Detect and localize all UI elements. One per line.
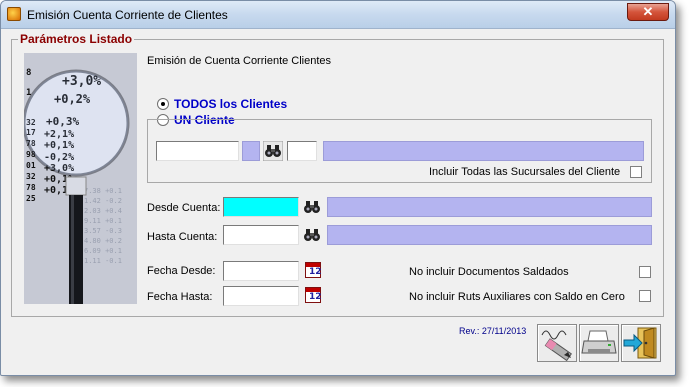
printer-icon bbox=[581, 330, 617, 354]
client-branch-field[interactable] bbox=[242, 141, 260, 161]
close-button[interactable]: ✕ bbox=[627, 3, 669, 21]
client-code-input[interactable] bbox=[156, 141, 239, 161]
include-branches-checkbox[interactable] bbox=[630, 166, 642, 178]
to-account-label: Hasta Cuenta: bbox=[147, 231, 218, 243]
svg-text:1.42 -0.2: 1.42 -0.2 bbox=[84, 197, 122, 205]
calendar-icon-text: 12 bbox=[309, 292, 322, 302]
client-branch-input[interactable] bbox=[287, 141, 317, 161]
exclude-paid-checkbox[interactable] bbox=[639, 266, 651, 278]
signature-pen-icon bbox=[541, 330, 572, 362]
image-text: 8 bbox=[26, 68, 31, 78]
client-name-field bbox=[323, 141, 644, 161]
revision-label: Rev.: 27/11/2013 bbox=[459, 326, 527, 336]
image-text: 1 bbox=[26, 88, 31, 98]
image-text: 25 bbox=[26, 194, 36, 203]
app-icon bbox=[7, 7, 21, 21]
exclude-paid-label: No incluir Documentos Saldados bbox=[409, 266, 569, 278]
from-account-label: Desde Cuenta: bbox=[147, 202, 221, 214]
svg-text:6.09 +0.1: 6.09 +0.1 bbox=[84, 247, 122, 255]
exit-door-icon bbox=[623, 327, 657, 359]
binoculars-icon[interactable] bbox=[302, 197, 322, 217]
date-to-input[interactable] bbox=[223, 286, 299, 306]
to-account-name-field bbox=[327, 225, 652, 245]
date-from-input[interactable] bbox=[223, 261, 299, 281]
svg-text:2.03 +0.4: 2.03 +0.4 bbox=[84, 207, 122, 215]
svg-text:7.38 +0.1: 7.38 +0.1 bbox=[84, 187, 122, 195]
signature-button[interactable] bbox=[537, 324, 577, 362]
image-text: 78 bbox=[26, 183, 36, 192]
binoculars-icon[interactable] bbox=[262, 140, 284, 162]
exclude-aux-label: No incluir Ruts Auxiliares con Saldo en … bbox=[409, 291, 625, 303]
calendar-icon-text: 12 bbox=[309, 267, 322, 277]
svg-text:1.11 -0.1: 1.11 -0.1 bbox=[84, 257, 122, 265]
svg-text:4.80 +0.2: 4.80 +0.2 bbox=[84, 237, 122, 245]
include-branches-label: Incluir Todas las Sucursales del Cliente bbox=[429, 166, 621, 178]
calendar-icon[interactable]: 12 bbox=[305, 262, 322, 278]
to-account-input[interactable] bbox=[223, 225, 299, 245]
image-text: 32 bbox=[26, 172, 36, 181]
date-from-label: Fecha Desde: bbox=[147, 265, 216, 277]
magnifier-image: 7.38 +0.1 1.42 -0.2 2.03 +0.4 9.11 +0.1 3.… bbox=[24, 53, 137, 304]
title-bar[interactable]: Emisión Cuenta Corriente de Clientes ✕ bbox=[1, 1, 675, 29]
from-account-name-field bbox=[327, 197, 652, 217]
report-heading: Emisión de Cuenta Corriente Clientes bbox=[147, 55, 332, 67]
image-text: 01 bbox=[26, 161, 36, 170]
binoculars-icon[interactable] bbox=[302, 225, 322, 245]
exclude-aux-checkbox[interactable] bbox=[639, 290, 651, 302]
svg-text:9.11 +0.1: 9.11 +0.1 bbox=[84, 217, 122, 225]
radio-all-clients-label[interactable]: TODOS los Clientes bbox=[174, 97, 287, 111]
panel-legend: Parámetros Listado bbox=[18, 32, 135, 46]
radio-all-clients[interactable] bbox=[157, 98, 169, 110]
date-to-label: Fecha Hasta: bbox=[147, 291, 213, 303]
from-account-input[interactable] bbox=[223, 197, 299, 217]
window-title: Emisión Cuenta Corriente de Clientes bbox=[27, 8, 228, 22]
print-button[interactable] bbox=[579, 324, 619, 362]
exit-button[interactable] bbox=[621, 324, 661, 362]
calendar-icon[interactable]: 12 bbox=[305, 287, 322, 303]
svg-text:3.57 -0.3: 3.57 -0.3 bbox=[84, 227, 122, 235]
